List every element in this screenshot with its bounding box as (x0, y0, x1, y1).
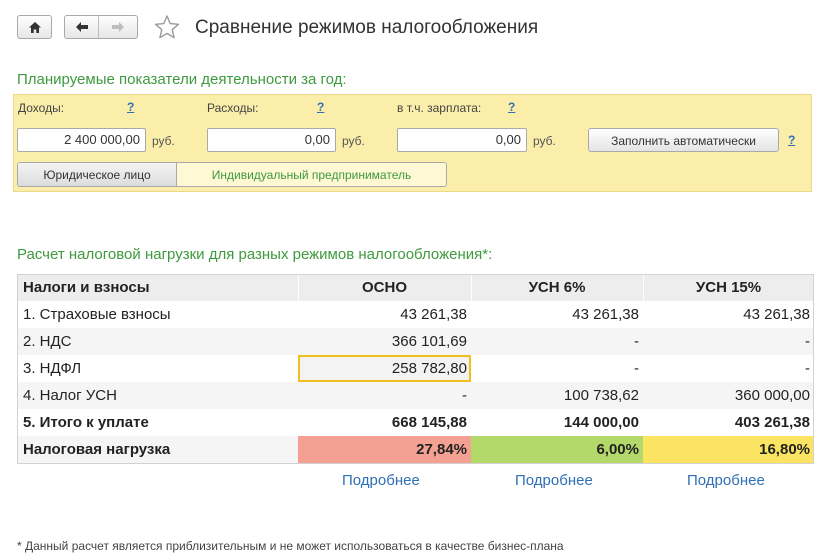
expenses-label: Расходы: (207, 101, 259, 115)
fill-help-link[interactable]: ? (788, 133, 795, 147)
cell-usn15: - (805, 360, 810, 377)
burden-label: Налоговая нагрузка (17, 436, 298, 463)
details-link-usn15[interactable]: Подробнее (687, 472, 765, 489)
cell-usn15: - (643, 328, 814, 355)
row-name: 1. Страховые взносы (23, 306, 171, 323)
table-row[interactable]: 3. НДФЛ 258 782,80 - - (17, 355, 814, 382)
back-button[interactable] (65, 16, 98, 38)
fill-automatically-button[interactable]: Заполнить автоматически (588, 128, 779, 152)
column-header-usn15: УСН 15% (643, 274, 815, 301)
cell-usn6: 43 261,38 (572, 306, 639, 323)
favorite-star-icon[interactable] (154, 14, 180, 40)
column-header-usn6: УСН 6% (471, 274, 644, 301)
cell-usn6: 144 000,00 (563, 414, 639, 431)
entity-type-toggle: Юридическое лицо Индивидуальный предприн… (17, 162, 447, 187)
cell-usn6: 100 738,62 (471, 382, 643, 409)
entity-option-individual[interactable]: Индивидуальный предприниматель (177, 163, 446, 186)
footnote: * Данный расчет является приблизительным… (17, 539, 564, 553)
column-header-osno: ОСНО (298, 274, 472, 301)
salary-help-link[interactable]: ? (508, 100, 515, 114)
column-header-taxes: Налоги и взносы (17, 274, 299, 301)
cell-osno-selected[interactable]: 258 782,80 (298, 355, 471, 382)
arrow-left-icon (75, 22, 88, 32)
income-unit: руб. (152, 134, 175, 148)
calc-section-title: Расчет налоговой нагрузки для разных реж… (17, 246, 493, 263)
salary-unit: руб. (533, 134, 556, 148)
page-title: Сравнение режимов налогообложения (195, 17, 539, 38)
cell-osno: 366 101,69 (298, 328, 471, 355)
cell-osno: 43 261,38 (400, 306, 467, 323)
arrow-right-icon (112, 22, 124, 32)
table-row[interactable]: 4. Налог УСН - 100 738,62 360 000,00 (17, 382, 814, 409)
income-help-link[interactable]: ? (127, 100, 134, 114)
cell-osno: - (298, 382, 471, 409)
cell-usn15: 360 000,00 (643, 382, 814, 409)
cell-osno: 668 145,88 (391, 414, 467, 431)
home-button[interactable] (17, 15, 52, 39)
expenses-input[interactable]: 0,00 (207, 128, 336, 152)
cell-usn15: 403 261,38 (734, 414, 810, 431)
tax-table: Налоги и взносы ОСНО УСН 6% УСН 15% 1. С… (17, 274, 815, 463)
burden-usn15: 16,80% (643, 436, 814, 463)
salary-label: в т.ч. зарплата: (397, 101, 482, 115)
row-name: 3. НДФЛ (23, 360, 82, 377)
row-name: 5. Итого к уплате (23, 414, 149, 431)
cell-usn6: - (471, 328, 643, 355)
row-name: 4. Налог УСН (17, 382, 298, 409)
salary-input[interactable]: 0,00 (397, 128, 527, 152)
income-label: Доходы: (18, 101, 65, 115)
cell-usn6: - (634, 360, 639, 377)
expenses-unit: руб. (342, 134, 365, 148)
row-name: 2. НДС (17, 328, 298, 355)
entity-option-legal[interactable]: Юридическое лицо (18, 163, 177, 186)
plan-section-title: Планируемые показатели деятельности за г… (17, 71, 347, 88)
forward-button[interactable] (99, 16, 137, 38)
expenses-help-link[interactable]: ? (317, 100, 324, 114)
details-link-osno[interactable]: Подробнее (342, 472, 420, 489)
table-header-row: Налоги и взносы ОСНО УСН 6% УСН 15% (17, 274, 815, 301)
table-row-burden[interactable]: Налоговая нагрузка 27,84% 6,00% 16,80% (17, 436, 814, 463)
burden-usn6: 6,00% (471, 436, 643, 463)
history-nav (64, 15, 138, 39)
details-link-usn6[interactable]: Подробнее (515, 472, 593, 489)
table-row[interactable]: 1. Страховые взносы 43 261,38 43 261,38 … (17, 301, 814, 328)
home-icon (28, 21, 41, 33)
income-input[interactable]: 2 400 000,00 (17, 128, 146, 152)
cell-usn15: 43 261,38 (743, 306, 810, 323)
burden-osno: 27,84% (298, 436, 471, 463)
table-row[interactable]: 2. НДС 366 101,69 - - (17, 328, 814, 355)
table-row-total[interactable]: 5. Итого к уплате 668 145,88 144 000,00 … (17, 409, 814, 436)
